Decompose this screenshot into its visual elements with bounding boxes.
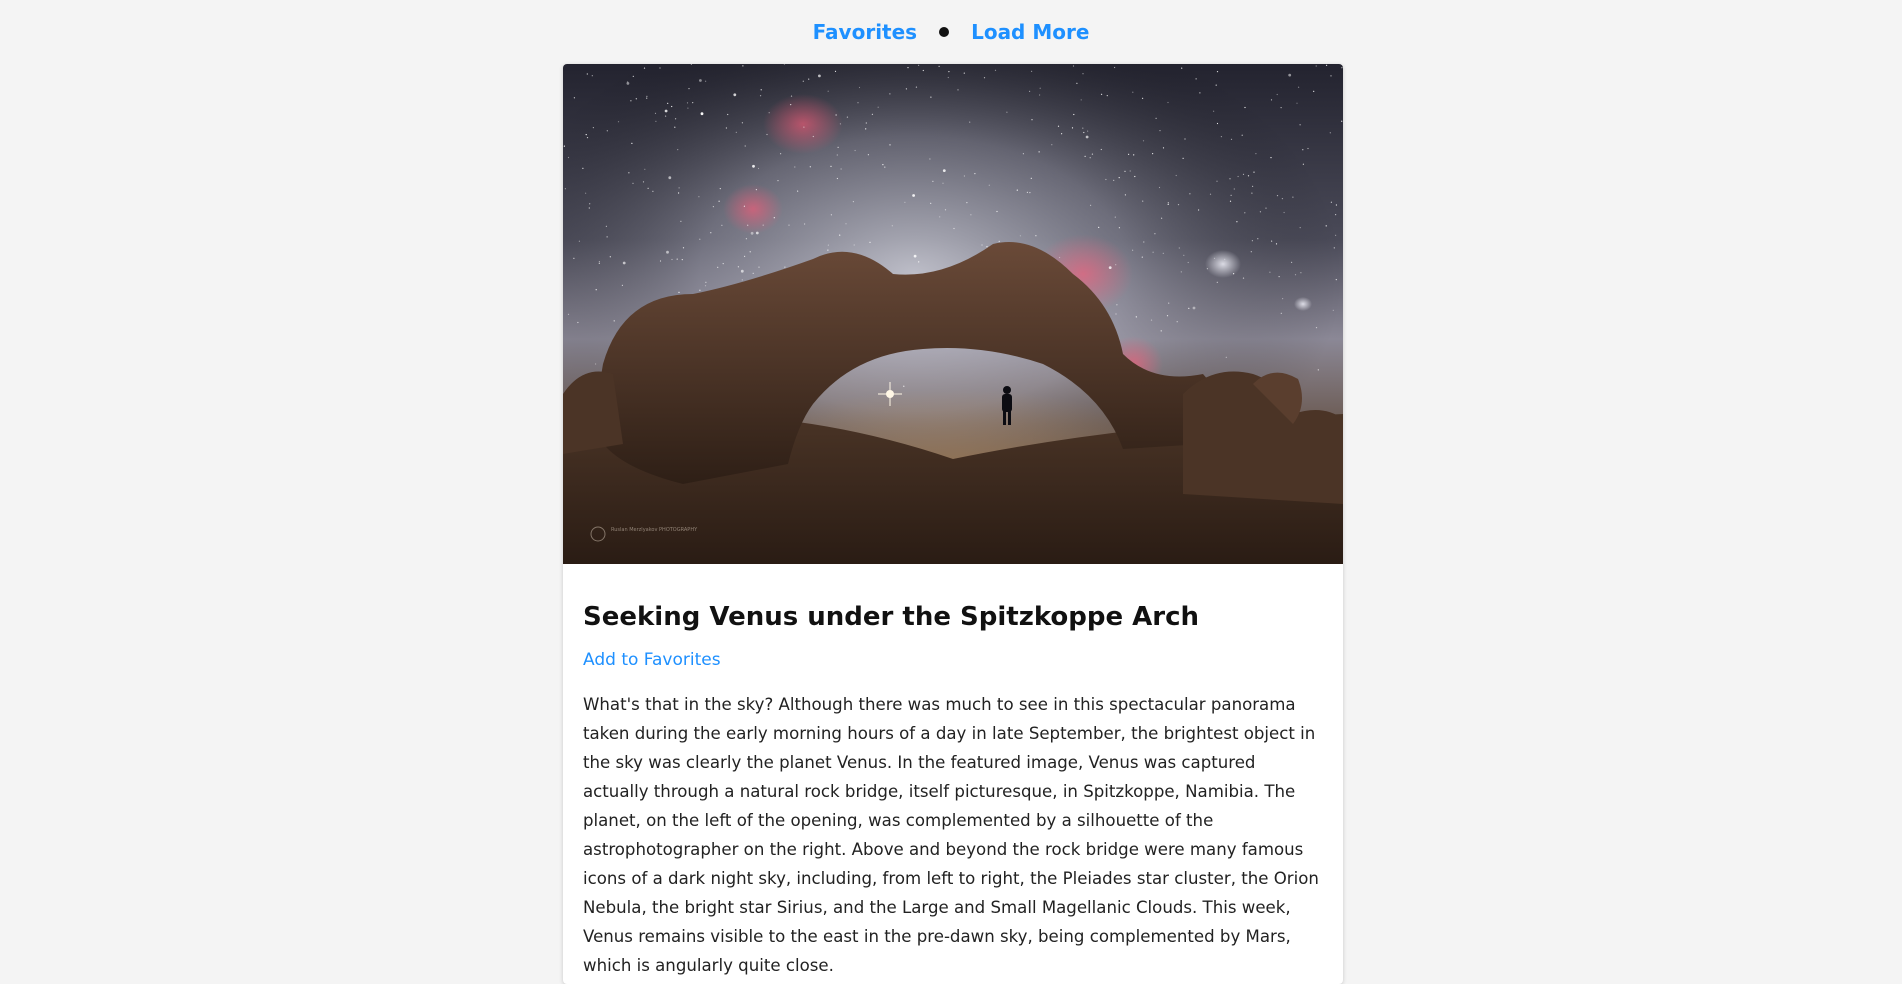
watermark-text: Ruslan Merzlyakov PHOTOGRAPHY	[611, 527, 698, 533]
separator-dot-icon	[939, 27, 950, 37]
post-card: Ruslan Merzlyakov PHOTOGRAPHY Seeking Ve…	[563, 64, 1343, 984]
post-description: What's that in the sky? Although there w…	[583, 695, 1319, 975]
load-more-link[interactable]: Load More	[971, 20, 1089, 44]
top-nav: Favorites Load More	[0, 0, 1902, 64]
post-body: Seeking Venus under the Spitzkoppe Arch …	[563, 564, 1343, 980]
post-image: Ruslan Merzlyakov PHOTOGRAPHY	[563, 64, 1343, 564]
favorites-link[interactable]: Favorites	[813, 20, 918, 44]
post-title: Seeking Venus under the Spitzkoppe Arch	[583, 602, 1200, 632]
add-to-favorites-link[interactable]: Add to Favorites	[583, 650, 721, 670]
